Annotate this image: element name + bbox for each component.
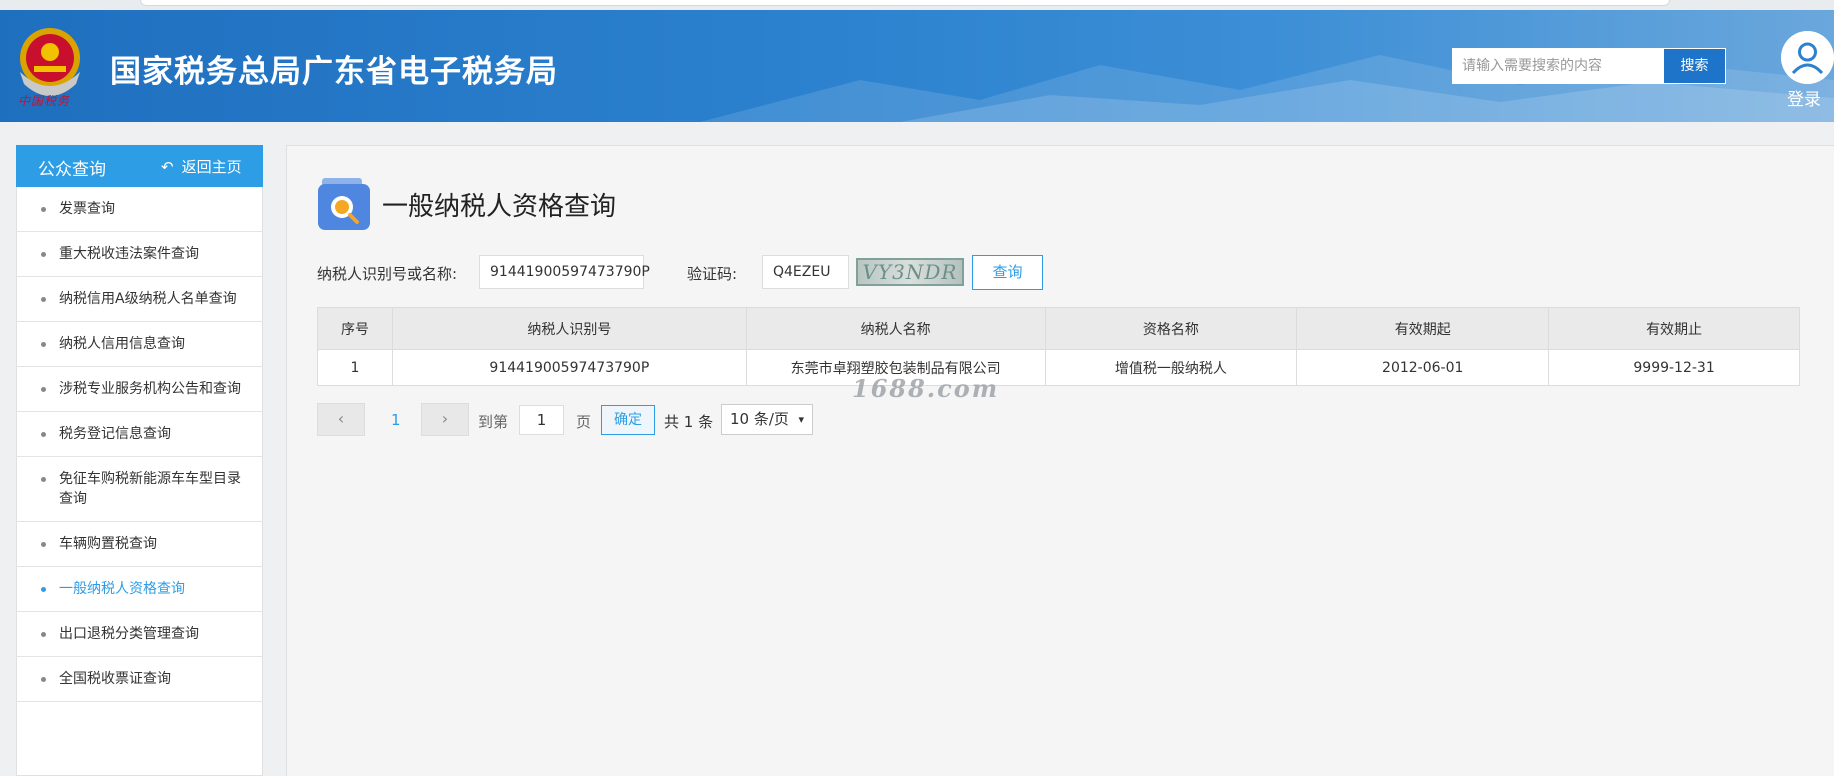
back-arrow-icon: ↶: [161, 158, 174, 176]
col-header-taxpayer-id: 纳税人识别号: [391, 307, 747, 350]
chevron-down-icon: ▾: [798, 413, 804, 426]
sidebar-nav: 发票查询 重大税收违法案件查询 纳税信用A级纳税人名单查询 纳税人信用信息查询 …: [16, 187, 263, 702]
query-button[interactable]: 查询: [972, 255, 1043, 290]
goto-confirm-button[interactable]: 确定: [601, 405, 655, 435]
page-title: 一般纳税人资格查询: [382, 192, 617, 222]
sidebar-item-credit-info[interactable]: 纳税人信用信息查询: [16, 322, 263, 367]
current-page-number[interactable]: 1: [391, 411, 401, 429]
result-table: 序号 纳税人识别号 纳税人名称 资格名称 有效期起 有效期止 1 9144190…: [317, 307, 1800, 386]
sidebar-item-registration-info[interactable]: 税务登记信息查询: [16, 412, 263, 457]
col-header-valid-from: 有效期起: [1296, 307, 1550, 350]
main-panel: [286, 145, 1834, 776]
goto-page-suffix: 页: [576, 413, 592, 431]
table-header-row: 序号 纳税人识别号 纳税人名称 资格名称 有效期起 有效期止: [317, 307, 1800, 350]
cell-valid-to: 9999-12-31: [1548, 349, 1800, 386]
sidebar-title: 公众查询: [38, 160, 106, 180]
sidebar-item-export-rebate[interactable]: 出口退税分类管理查询: [16, 612, 263, 657]
page-size-select[interactable]: 10 条/页 ▾: [721, 404, 813, 435]
sidebar-item-credit-a-list[interactable]: 纳税信用A级纳税人名单查询: [16, 277, 263, 322]
address-bar[interactable]: [140, 0, 1670, 6]
watermark: 1688.com: [852, 374, 1000, 403]
total-count: 共 1 条: [664, 413, 714, 431]
col-header-taxpayer-name: 纳税人名称: [745, 307, 1046, 350]
sidebar-item-vehicle-purchase-tax[interactable]: 车辆购置税查询: [16, 522, 263, 567]
browser-strip: [0, 0, 1834, 10]
sidebar-item-invoice-query[interactable]: 发票查询: [16, 187, 263, 232]
taxpayer-id-label: 纳税人识别号或名称:: [317, 265, 458, 283]
col-header-qualification: 资格名称: [1044, 307, 1298, 350]
captcha-image[interactable]: VY3NDR: [856, 258, 964, 286]
site-title: 国家税务总局广东省电子税务局: [110, 54, 558, 90]
site-header: 中国税务 国家税务总局广东省电子税务局 请输入需要搜索的内容 搜索 登录: [0, 10, 1834, 122]
sidebar-item-general-taxpayer[interactable]: 一般纳税人资格查询: [16, 567, 263, 612]
captcha-input[interactable]: Q4EZEU: [762, 255, 849, 289]
cell-index: 1: [317, 349, 393, 386]
captcha-label: 验证码:: [687, 265, 738, 283]
page-size-value: 10 条/页: [730, 410, 789, 428]
back-home-link[interactable]: ↶ 返回主页: [161, 156, 242, 177]
query-page-icon: [318, 178, 370, 230]
sidebar-item-service-agency[interactable]: 涉税专业服务机构公告和查询: [16, 367, 263, 412]
goto-page-prefix: 到第: [478, 413, 509, 431]
search-button[interactable]: 搜索: [1663, 48, 1726, 84]
col-header-index: 序号: [317, 307, 393, 350]
col-header-valid-to: 有效期止: [1548, 307, 1800, 350]
goto-page-input[interactable]: 1: [519, 405, 564, 435]
cell-valid-from: 2012-06-01: [1296, 349, 1550, 386]
sidebar-header: 公众查询 ↶ 返回主页: [16, 145, 263, 187]
search-input[interactable]: 请输入需要搜索的内容: [1452, 48, 1663, 84]
cell-taxpayer-id: 91441900597473790P: [391, 349, 747, 386]
sidebar-item-new-energy-vehicle[interactable]: 免征车购税新能源车车型目录查询: [16, 457, 263, 522]
sidebar-item-major-violation-query[interactable]: 重大税收违法案件查询: [16, 232, 263, 277]
login-link[interactable]: 登录: [1787, 85, 1821, 110]
back-home-label: 返回主页: [181, 158, 242, 176]
cell-qualification: 增值税一般纳税人: [1044, 349, 1298, 386]
table-row: 1 91441900597473790P 东莞市卓翔塑胶包装制品有限公司 增值税…: [317, 349, 1800, 386]
taxpayer-id-input[interactable]: 91441900597473790P: [479, 255, 650, 289]
prev-page-button[interactable]: ‹: [317, 403, 365, 436]
next-page-button[interactable]: ›: [421, 403, 469, 436]
user-avatar-icon[interactable]: [1781, 31, 1834, 84]
emblem-caption: 中国税务: [18, 94, 71, 108]
sidebar-item-tax-receipt[interactable]: 全国税收票证查询: [16, 657, 263, 702]
